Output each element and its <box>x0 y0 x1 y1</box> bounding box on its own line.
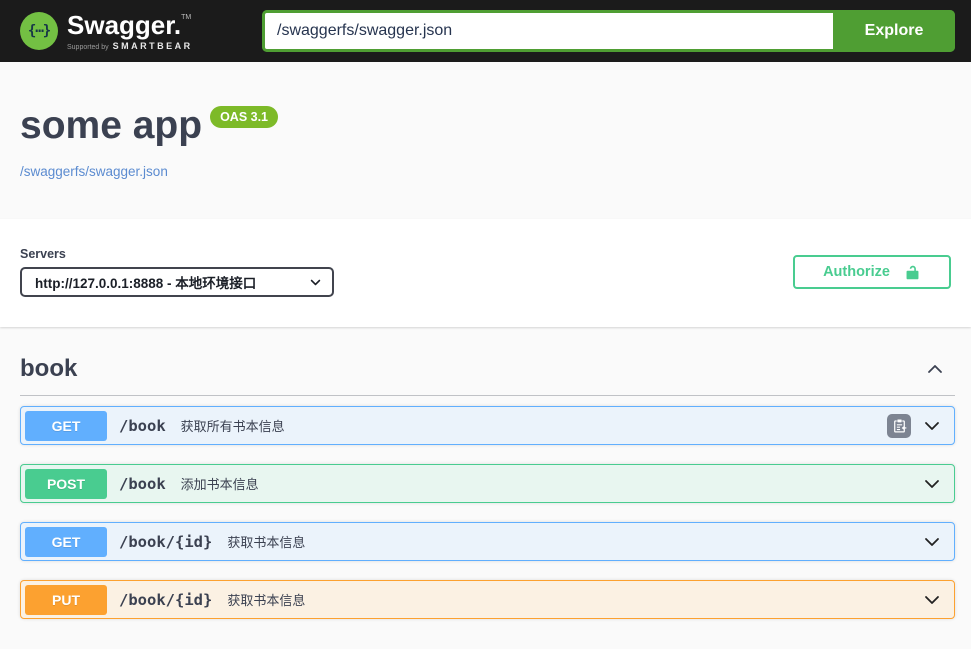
supported-by-label: Supported by <box>67 43 109 51</box>
expand-operation-button[interactable] <box>922 416 942 436</box>
operation-path: /book/{id} <box>119 590 213 609</box>
operation-summary: 获取所有书本信息 <box>180 419 285 434</box>
unlock-icon <box>904 264 921 281</box>
operation-row[interactable]: GET/book/{id} 获取书本信息 <box>20 522 955 561</box>
row-right-controls <box>922 532 942 552</box>
selected-server-label: http://127.0.0.1:8888 - 本地环境接口 <box>35 276 257 291</box>
oas-version-badge: OAS 3.1 <box>210 106 278 128</box>
chevron-down-icon <box>309 276 322 289</box>
info-section: some app OAS 3.1 /swaggerfs/swagger.json <box>0 62 971 219</box>
authorize-label: Authorize <box>823 264 890 280</box>
operations-section: book GET/book 获取所有书本信息 POST/book 添加书本信息 GET /… <box>0 327 971 619</box>
expand-operation-button[interactable] <box>922 590 942 610</box>
operation-summary: 获取书本信息 <box>227 535 306 550</box>
spec-url-form: Explore <box>262 10 955 52</box>
topbar: {⋯} Swagger. TM Supported by SMARTBEAR E… <box>0 0 971 62</box>
swagger-logo-icon: {⋯} <box>20 12 58 50</box>
method-badge: POST <box>25 468 107 499</box>
chevron-down-icon <box>922 474 942 494</box>
method-badge: GET <box>25 410 107 441</box>
operation-path: /book <box>119 474 166 493</box>
spec-url-input[interactable] <box>262 10 833 52</box>
operation-summary: 添加书本信息 <box>180 477 259 492</box>
scheme-container: Servers http://127.0.0.1:8888 - 本地环境接口 A… <box>0 219 971 327</box>
expand-operation-button[interactable] <box>922 474 942 494</box>
brand-name: Swagger. <box>67 9 182 40</box>
brand-text: Swagger. TM Supported by SMARTBEAR <box>67 12 193 51</box>
row-right-controls <box>887 413 942 438</box>
servers-select[interactable]: http://127.0.0.1:8888 - 本地环境接口 <box>20 267 334 297</box>
operation-path: /book <box>119 416 166 435</box>
copy-to-clipboard-button[interactable] <box>887 413 911 438</box>
operations-list: GET/book 获取所有书本信息 POST/book 添加书本信息 GET/book/… <box>20 406 955 619</box>
operation-path: /book/{id} <box>119 532 213 551</box>
tag-header-book[interactable]: book <box>20 345 955 396</box>
operation-summary: 获取书本信息 <box>227 593 306 608</box>
collapse-section-button[interactable] <box>925 359 945 379</box>
smartbear-label: SMARTBEAR <box>112 40 193 51</box>
chevron-down-icon <box>922 590 942 610</box>
tag-name: book <box>20 355 78 382</box>
swagger-braces-glyph: {⋯} <box>27 23 51 39</box>
row-right-controls <box>922 474 942 494</box>
chevron-down-icon <box>922 532 942 552</box>
swagger-logo: {⋯} Swagger. TM Supported by SMARTBEAR <box>20 12 193 51</box>
explore-button[interactable]: Explore <box>833 10 955 52</box>
page-title: some app <box>20 104 203 147</box>
clipboard-icon <box>892 418 907 433</box>
chevron-down-icon <box>922 416 942 436</box>
chevron-up-icon <box>925 359 945 379</box>
servers-block: Servers http://127.0.0.1:8888 - 本地环境接口 <box>20 247 334 297</box>
spec-json-link[interactable]: /swaggerfs/swagger.json <box>20 164 168 179</box>
method-badge: PUT <box>25 584 107 615</box>
operation-row[interactable]: GET/book 获取所有书本信息 <box>20 406 955 445</box>
authorize-button[interactable]: Authorize <box>793 255 951 289</box>
trademark-label: TM <box>181 13 192 21</box>
expand-operation-button[interactable] <box>922 532 942 552</box>
method-badge: GET <box>25 526 107 557</box>
row-right-controls <box>922 590 942 610</box>
operation-row[interactable]: POST/book 添加书本信息 <box>20 464 955 503</box>
servers-label: Servers <box>20 247 66 261</box>
operation-row[interactable]: PUT/book/{id} 获取书本信息 <box>20 580 955 619</box>
